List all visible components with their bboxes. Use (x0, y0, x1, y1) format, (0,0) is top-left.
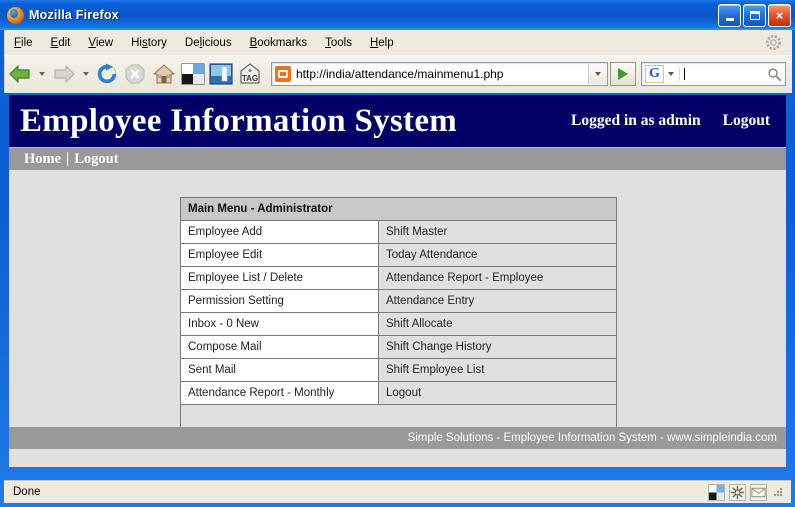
close-button[interactable]: × (768, 4, 791, 27)
sub-navigation-bar: Home | Logout (9, 147, 786, 170)
menu-item-file[interactable]: File (5, 34, 42, 52)
menu-link-right[interactable]: Logout (378, 381, 617, 405)
go-button[interactable] (610, 62, 636, 86)
page-content: Main Menu - Administrator Employee Add Sh… (9, 170, 786, 436)
table-row: Sent Mail Shift Employee List (180, 358, 617, 382)
status-bar: Done (4, 480, 791, 503)
header-logout-link[interactable]: Logout (723, 112, 770, 130)
url-input[interactable]: http://india/attendance/mainmenu1.php (296, 67, 588, 81)
site-favicon-icon (275, 66, 291, 82)
menu-link-right[interactable]: Shift Allocate (378, 312, 617, 336)
status-text: Done (13, 486, 41, 498)
go-arrow-icon (618, 68, 628, 80)
menu-item-history[interactable]: History (122, 34, 176, 52)
logged-in-label: Logged in as admin (570, 112, 701, 129)
menu-item-delicious[interactable]: Delicious (176, 34, 241, 52)
browser-window: Mozilla Firefox × File Edit View History… (0, 0, 795, 507)
menu-link-left[interactable]: Permission Setting (180, 289, 379, 313)
menu-link-right[interactable]: Today Attendance (378, 243, 617, 267)
table-row: Attendance Report - Monthly Logout (180, 381, 617, 405)
forward-dropdown-icon (83, 72, 89, 76)
minimize-button[interactable] (718, 4, 741, 27)
gear-icon[interactable] (765, 34, 782, 51)
title-bar: Mozilla Firefox × (0, 0, 795, 30)
menu-bar: File Edit View History Delicious Bookmar… (4, 30, 792, 55)
back-arrow-icon (9, 65, 30, 83)
checkerboard-button[interactable] (179, 62, 207, 86)
menu-link-right[interactable]: Attendance Report - Employee (378, 266, 617, 290)
address-bar[interactable]: http://india/attendance/mainmenu1.php (271, 62, 608, 86)
status-icons (708, 483, 787, 501)
search-engine-dropdown-icon[interactable] (668, 72, 674, 76)
table-row: Inbox - 0 New Shift Allocate (180, 312, 617, 336)
forward-arrow-icon (54, 65, 75, 83)
blue-box-icon (209, 63, 233, 85)
menu-item-bookmarks[interactable]: Bookmarks (241, 34, 317, 52)
navigation-toolbar: TAG http://india/attendance/mainmenu1.ph… (4, 55, 792, 93)
menu-link-left[interactable]: Compose Mail (180, 335, 379, 359)
google-icon[interactable]: G (645, 65, 664, 83)
back-dropdown-icon[interactable] (39, 72, 45, 76)
chevron-down-icon (595, 72, 601, 76)
menu-link-left[interactable]: Attendance Report - Monthly (180, 381, 379, 405)
checkerboard-icon (181, 63, 205, 85)
bluebox-button[interactable] (207, 62, 235, 86)
menu-item-view[interactable]: View (79, 34, 122, 52)
home-button[interactable] (149, 62, 179, 86)
table-row: Employee Add Shift Master (180, 220, 617, 244)
home-icon (153, 64, 175, 84)
menu-link-left[interactable]: Employee Edit (180, 243, 379, 267)
stop-icon (125, 64, 145, 84)
table-row: Employee Edit Today Attendance (180, 243, 617, 267)
menu-link-right[interactable]: Shift Employee List (378, 358, 617, 382)
firefox-icon (7, 6, 24, 24)
menu-link-left[interactable]: Sent Mail (180, 358, 379, 382)
tag-button[interactable]: TAG (235, 62, 265, 86)
reload-icon (97, 63, 117, 84)
nav-separator: | (66, 150, 70, 167)
site-footer: Simple Solutions - Employee Information … (9, 427, 786, 449)
menu-item-help[interactable]: Help (361, 34, 403, 52)
checkerboard-status-icon[interactable] (708, 483, 725, 501)
main-menu-heading: Main Menu - Administrator (180, 197, 617, 221)
nav-link-home[interactable]: Home (24, 151, 61, 168)
table-row: Employee List / Delete Attendance Report … (180, 266, 617, 290)
menu-link-left[interactable]: Inbox - 0 New (180, 312, 379, 336)
table-header-row: Main Menu - Administrator (180, 197, 617, 221)
menu-link-right[interactable]: Attendance Entry (378, 289, 617, 313)
back-button[interactable] (5, 59, 35, 89)
maximize-button[interactable] (743, 4, 766, 27)
header-user-area: Logged in as admin Logout (571, 112, 770, 130)
mail-status-icon[interactable] (750, 483, 767, 501)
page-viewport: Employee Information System Logged in as… (9, 95, 786, 467)
reload-button[interactable] (93, 62, 121, 86)
window-controls: × (718, 4, 791, 27)
menu-link-left[interactable]: Employee Add (180, 220, 379, 244)
window-title: Mozilla Firefox (29, 8, 119, 22)
search-box[interactable]: G (641, 62, 786, 86)
resize-grip-icon[interactable] (771, 486, 784, 499)
footer-text: Simple Solutions - Employee Information … (407, 432, 777, 444)
menu-link-right[interactable]: Shift Change History (378, 335, 617, 359)
menu-link-right[interactable]: Shift Master (378, 220, 617, 244)
main-menu-table: Main Menu - Administrator Employee Add Sh… (180, 197, 617, 436)
tag-icon: TAG (240, 63, 260, 84)
site-header: Employee Information System Logged in as… (9, 95, 786, 147)
menu-item-edit[interactable]: Edit (42, 34, 80, 52)
magnifier-icon (767, 67, 781, 81)
table-row: Permission Setting Attendance Entry (180, 289, 617, 313)
page-title: Employee Information System (20, 103, 458, 139)
menu-item-tools[interactable]: Tools (316, 34, 361, 52)
menu-link-left[interactable]: Employee List / Delete (180, 266, 379, 290)
table-row: Compose Mail Shift Change History (180, 335, 617, 359)
stop-button (121, 62, 149, 86)
search-input[interactable] (679, 67, 763, 81)
search-submit-button[interactable] (763, 64, 785, 84)
svg-text:TAG: TAG (242, 74, 258, 83)
nav-link-logout[interactable]: Logout (74, 151, 118, 168)
forward-button (49, 59, 79, 89)
shield-status-icon[interactable] (729, 483, 746, 501)
close-icon: × (775, 7, 784, 23)
address-dropdown-button[interactable] (588, 64, 607, 84)
